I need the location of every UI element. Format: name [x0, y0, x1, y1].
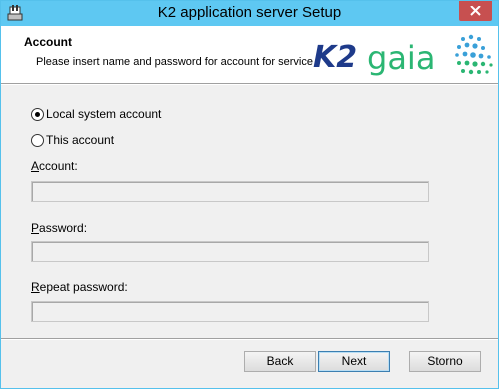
svg-text:gaia: gaia — [367, 39, 435, 77]
password-input[interactable] — [31, 241, 429, 262]
window-title: K2 application server Setup — [157, 4, 342, 21]
page-title: Account — [24, 35, 72, 49]
svg-text:K2: K2 — [313, 40, 357, 75]
k2-gaia-logo: K2 gaia — [313, 29, 498, 81]
next-button[interactable]: Next — [318, 351, 390, 372]
password-label: Password: — [31, 221, 88, 235]
radio-button[interactable] — [31, 108, 44, 121]
repeat-password-input[interactable] — [31, 301, 429, 322]
back-button[interactable]: Back — [244, 351, 316, 372]
radio-label: Local system account — [46, 107, 162, 121]
close-icon — [470, 6, 481, 16]
radio-label: This account — [46, 133, 115, 147]
title-bar[interactable]: K2 application server Setup — [1, 1, 498, 26]
radio-button[interactable] — [31, 134, 44, 147]
footer-divider — [1, 338, 498, 340]
repeat-password-label: Repeat password: — [31, 280, 128, 294]
page-description: Please insert name and password for acco… — [36, 56, 313, 68]
close-button[interactable] — [459, 1, 492, 21]
account-input[interactable] — [31, 181, 429, 202]
account-label: Account: — [31, 159, 78, 173]
setup-window: K2 application server Setup Account Plea… — [0, 0, 499, 389]
cancel-button[interactable]: Storno — [409, 351, 481, 372]
header-banner: Account Please insert name and password … — [1, 26, 498, 84]
header-divider — [1, 84, 498, 85]
